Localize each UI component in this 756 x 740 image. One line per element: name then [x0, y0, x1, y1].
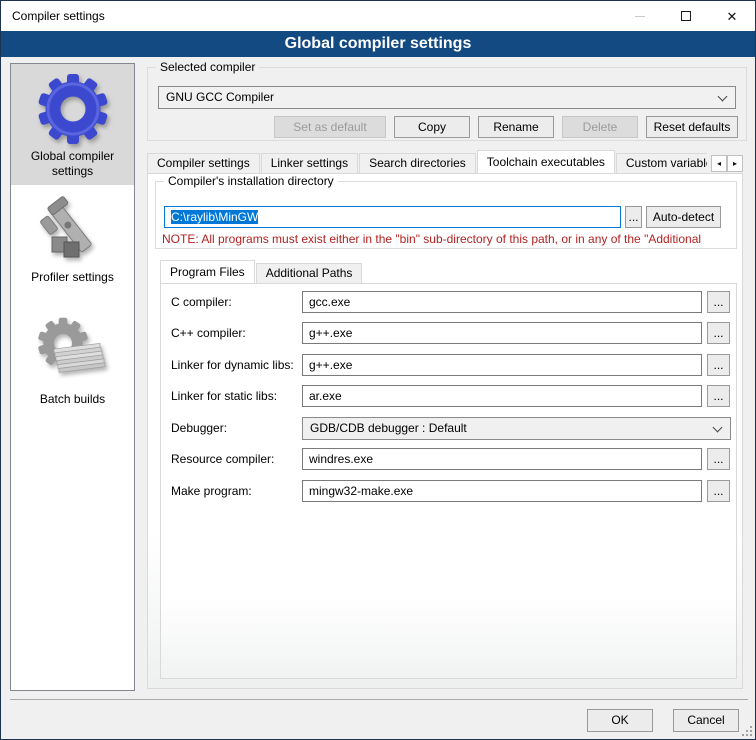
field-label: C++ compiler: [171, 322, 246, 344]
footer-divider [10, 699, 748, 700]
chevron-down-icon [718, 92, 728, 102]
sidebar-item-profiler-settings[interactable]: Profiler settings [11, 185, 134, 291]
field-label: Make program: [171, 480, 252, 502]
resource-compiler-browse-button[interactable]: ... [707, 448, 730, 470]
maximize-button[interactable] [663, 1, 709, 31]
c-compiler-browse-button[interactable]: ... [707, 291, 730, 313]
dynamic-linker-browse-button[interactable]: ... [707, 354, 730, 376]
resize-grip[interactable] [742, 726, 752, 736]
ok-button[interactable]: OK [587, 709, 653, 732]
installation-directory-group: Compiler's installation directory C:\ray… [155, 181, 737, 249]
page-title: Global compiler settings [1, 31, 755, 57]
window-title: Compiler settings [12, 1, 105, 31]
cancel-button[interactable]: Cancel [673, 709, 739, 732]
tab-scroll-right-button[interactable]: ▸ [727, 155, 743, 172]
static-linker-input[interactable]: ar.exe [302, 385, 702, 407]
gear-blue-icon [36, 72, 110, 146]
group-label: Selected compiler [156, 60, 259, 74]
close-button[interactable]: ✕ [709, 1, 755, 31]
tab-custom-variables[interactable]: Custom variables [616, 153, 707, 173]
toolchain-executables-page: Compiler's installation directory C:\ray… [147, 173, 743, 689]
install-dir-browse-button[interactable]: ... [625, 206, 642, 228]
titlebar: Compiler settings ✕ [1, 1, 755, 31]
field-label: Debugger: [171, 417, 227, 439]
maximize-icon [681, 11, 691, 21]
cpp-compiler-browse-button[interactable]: ... [707, 322, 730, 344]
settings-category-list: Global compiler settings Profiler settin… [10, 63, 135, 691]
copy-button[interactable]: Copy [394, 116, 470, 138]
minimize-button[interactable] [617, 1, 663, 31]
field-label: Linker for dynamic libs: [171, 354, 294, 376]
chevron-down-icon [713, 423, 723, 433]
debugger-select[interactable]: GDB/CDB debugger : Default [302, 417, 731, 440]
arrow-right-icon: ▸ [733, 159, 737, 168]
arrow-left-icon: ◂ [717, 159, 721, 168]
program-files-notebook: Program Files Additional Paths C compile… [160, 260, 737, 679]
tab-compiler-settings[interactable]: Compiler settings [147, 153, 260, 173]
tab-scroll-left-button[interactable]: ◂ [711, 155, 727, 172]
make-program-browse-button[interactable]: ... [707, 480, 730, 502]
tab-additional-paths[interactable]: Additional Paths [256, 263, 363, 283]
delete-button[interactable]: Delete [562, 116, 638, 138]
reset-defaults-button[interactable]: Reset defaults [646, 116, 738, 138]
sidebar-item-batch-builds[interactable]: Batch builds [11, 307, 134, 413]
set-as-default-button[interactable]: Set as default [274, 116, 386, 138]
tab-linker-settings[interactable]: Linker settings [261, 153, 358, 173]
minimize-icon [635, 16, 645, 17]
static-linker-browse-button[interactable]: ... [707, 385, 730, 407]
c-compiler-input[interactable]: gcc.exe [302, 291, 702, 313]
sidebar-item-label: Global compiler settings [11, 149, 134, 179]
sidebar-item-label: Profiler settings [11, 270, 134, 285]
gear-stack-icon [36, 315, 110, 389]
cpp-compiler-input[interactable]: g++.exe [302, 322, 702, 344]
resource-compiler-input[interactable]: windres.exe [302, 448, 702, 470]
tab-program-files[interactable]: Program Files [160, 260, 255, 283]
sidebar-item-global-compiler-settings[interactable]: Global compiler settings [11, 64, 134, 185]
group-label: Compiler's installation directory [164, 174, 338, 188]
compiler-settings-dialog: Compiler settings ✕ Global compiler sett… [0, 0, 756, 740]
field-label: Linker for static libs: [171, 385, 277, 407]
selected-compiler-select[interactable]: GNU GCC Compiler [158, 86, 736, 109]
close-icon: ✕ [727, 10, 738, 23]
compiler-notebook: Compiler settings Linker settings Search… [147, 150, 743, 689]
sidebar-item-label: Batch builds [11, 392, 134, 407]
make-program-input[interactable]: mingw32-make.exe [302, 480, 702, 502]
field-label: C compiler: [171, 291, 232, 313]
tab-toolchain-executables[interactable]: Toolchain executables [477, 150, 615, 173]
note-text: NOTE: All programs must exist either in … [162, 232, 734, 246]
dynamic-linker-input[interactable]: g++.exe [302, 354, 702, 376]
program-files-page: C compiler: gcc.exe ... C++ compiler: g+… [160, 283, 737, 679]
auto-detect-button[interactable]: Auto-detect [646, 206, 721, 228]
selected-compiler-group: Selected compiler GNU GCC Compiler Set a… [147, 67, 747, 141]
field-label: Resource compiler: [171, 448, 274, 470]
install-dir-input[interactable]: C:\raylib\MinGW [164, 206, 621, 228]
caliper-icon [36, 193, 110, 267]
rename-button[interactable]: Rename [478, 116, 554, 138]
tab-search-directories[interactable]: Search directories [359, 153, 476, 173]
